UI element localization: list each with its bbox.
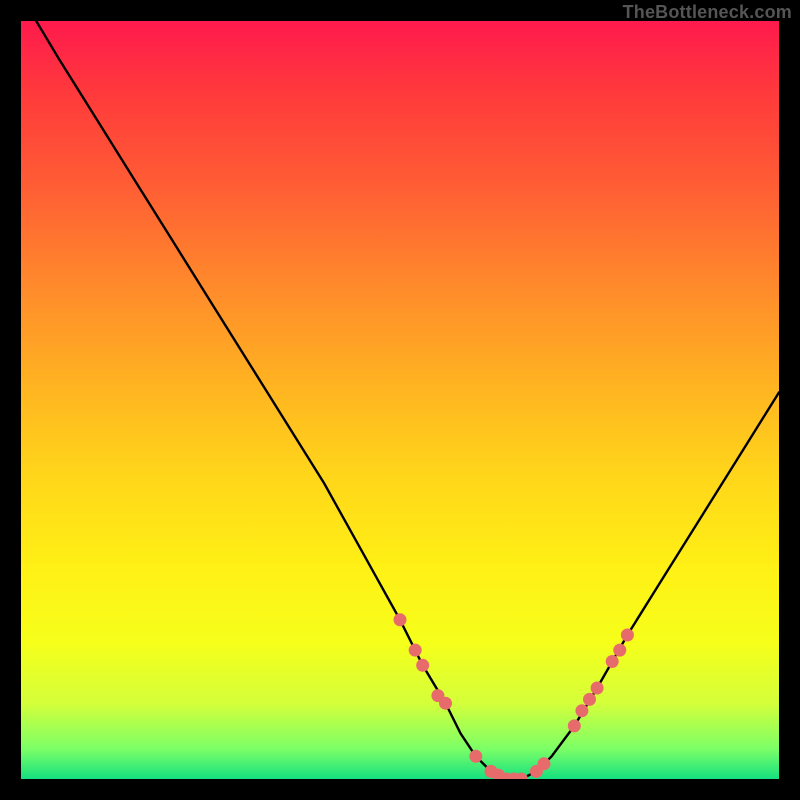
curve-marker <box>606 655 619 668</box>
bottleneck-curve-line <box>36 21 779 779</box>
curve-marker <box>621 629 634 642</box>
curve-marker <box>409 644 422 657</box>
curve-marker <box>613 644 626 657</box>
curve-marker <box>583 693 596 706</box>
curve-marker <box>431 689 444 702</box>
curve-markers <box>394 613 634 779</box>
watermark-text: TheBottleneck.com <box>623 2 792 23</box>
curve-marker <box>538 757 551 770</box>
curve-marker <box>530 765 543 778</box>
chart-plot-area <box>21 21 779 779</box>
curve-marker <box>568 719 581 732</box>
curve-marker <box>485 765 498 778</box>
curve-marker <box>394 613 407 626</box>
curve-marker <box>439 697 452 710</box>
bottleneck-curve-svg <box>21 21 779 779</box>
curve-marker <box>492 769 505 779</box>
curve-marker <box>591 682 604 695</box>
curve-marker <box>416 659 429 672</box>
curve-marker <box>575 704 588 717</box>
curve-marker <box>469 750 482 763</box>
axis-edge <box>21 779 779 780</box>
